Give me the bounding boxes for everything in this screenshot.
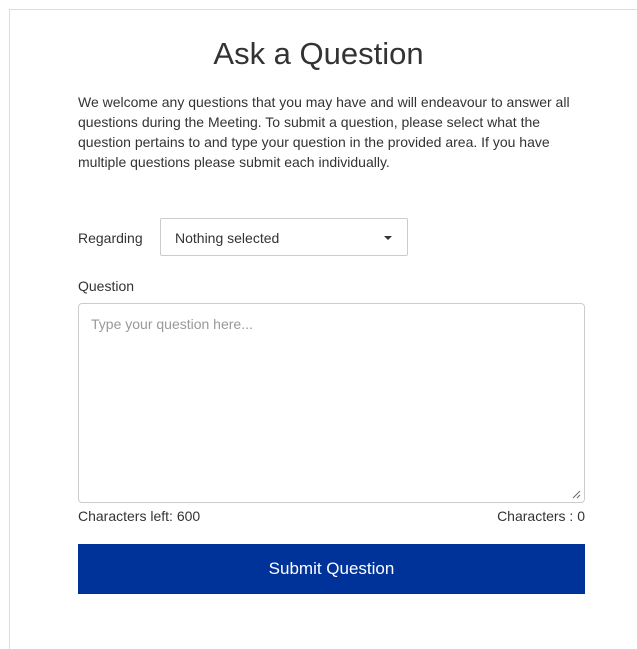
intro-text: We welcome any questions that you may ha…: [78, 94, 570, 170]
page-title: Ask a Question: [213, 36, 424, 71]
characters-count: Characters : 0: [497, 508, 585, 524]
question-label: Question: [78, 278, 135, 294]
caret-down-icon: [384, 236, 392, 240]
regarding-label: Regarding: [78, 230, 143, 246]
regarding-selected-value: Nothing selected: [175, 230, 280, 246]
submit-question-button[interactable]: Submit Question: [78, 544, 585, 594]
question-textarea[interactable]: [78, 303, 585, 503]
characters-left: Characters left: 600: [78, 508, 201, 524]
resize-grip-icon[interactable]: [571, 489, 581, 499]
regarding-select[interactable]: Nothing selected: [160, 218, 408, 256]
